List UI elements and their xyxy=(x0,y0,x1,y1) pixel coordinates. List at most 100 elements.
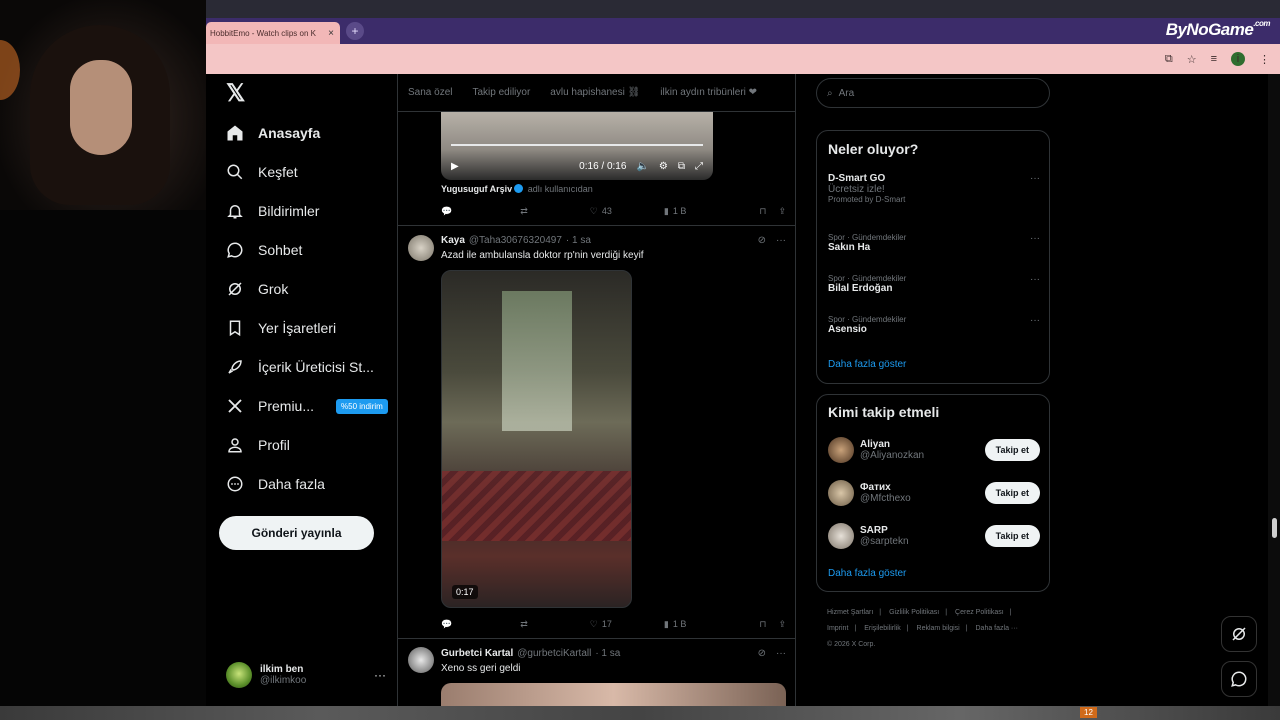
nav-grok[interactable]: Grok xyxy=(226,277,288,301)
trend-item[interactable]: Spor · Gündemdekiler Sakın Ha ··· xyxy=(828,233,1040,253)
tweet-media[interactable] xyxy=(441,683,786,706)
post-button[interactable]: Gönderi yayınla xyxy=(219,516,374,550)
account-switcher[interactable]: ilkim ben @ilkimkoo ··· xyxy=(226,660,386,690)
footer-link[interactable]: Imprint xyxy=(827,625,848,632)
like-button[interactable]: ♡ 17 xyxy=(590,619,612,630)
profile-icon[interactable]: i xyxy=(1231,52,1245,66)
user-handle: @Mfcthexo xyxy=(860,493,911,504)
show-more-link[interactable]: Daha fazla göster xyxy=(828,568,906,579)
video-progress[interactable] xyxy=(451,144,703,146)
nav-creator-studio[interactable]: İçerik Üreticisi St... xyxy=(226,355,374,379)
tab-list-2[interactable]: ilkin aydın tribünleri ❤ xyxy=(660,87,757,98)
trend-meta: Spor · Gündemdekiler xyxy=(828,315,907,324)
follow-button[interactable]: Takip et xyxy=(984,439,1040,461)
nav-premium[interactable]: Premiu... %50 indirim xyxy=(226,394,388,418)
author-handle[interactable]: @gurbetciKartall xyxy=(517,648,591,659)
new-tab-button[interactable]: + xyxy=(346,22,364,40)
share-icon[interactable]: ⇪ xyxy=(778,619,786,630)
footer-separator: | xyxy=(879,609,882,616)
tab-following[interactable]: Takip ediliyor xyxy=(472,87,530,98)
more-icon[interactable]: ··· xyxy=(1030,233,1040,244)
nav-profile[interactable]: Profil xyxy=(226,433,290,457)
bookmark-icon[interactable]: ⊓ xyxy=(759,619,766,630)
views-button[interactable]: ▮ 1 B xyxy=(664,619,686,630)
trend-item[interactable]: Spor · Gündemdekiler Asensio ··· xyxy=(828,315,1040,335)
settings-icon[interactable]: ⚙ xyxy=(659,161,668,172)
nav-explore[interactable]: Keşfet xyxy=(226,160,298,184)
browser-tab[interactable]: HobbitEmo - Watch clips on K × xyxy=(206,22,340,44)
trend-item[interactable]: Spor · Gündemdekiler Bilal Erdoğan ··· xyxy=(828,274,1040,294)
retweet-icon[interactable]: ⇄ xyxy=(520,619,528,630)
follow-suggestion[interactable]: SARP @sarptekn Takip et xyxy=(828,521,1040,551)
promoted-trend[interactable]: D-Smart GO Ücretsiz izle! Promoted by D-… xyxy=(828,173,1040,204)
nav-notifications[interactable]: Bildirimler xyxy=(226,199,319,223)
video-player[interactable]: ▶ 0:16 / 0:16 🔈 ⚙ ⧉ ⤢ xyxy=(441,112,713,180)
footer-links: Hizmet Şartları | Gizlilik Politikası | Çe… xyxy=(827,605,1057,653)
media-icon[interactable]: ≡ xyxy=(1211,53,1217,65)
follow-button[interactable]: Takip et xyxy=(984,482,1040,504)
repost-suffix: adlı kullanıcıdan xyxy=(527,184,593,194)
grok-icon[interactable]: ⊘ xyxy=(758,235,766,246)
play-icon[interactable]: ▶ xyxy=(451,161,459,172)
more-icon[interactable]: ··· xyxy=(776,235,786,246)
scrollbar-thumb[interactable] xyxy=(1272,518,1277,538)
footer-link[interactable]: Çerez Politikası xyxy=(955,609,1004,616)
follow-suggestion[interactable]: Фатих @Mfcthexo Takip et xyxy=(828,478,1040,508)
more-icon[interactable]: ··· xyxy=(374,668,386,682)
more-icon[interactable]: ··· xyxy=(1030,315,1040,326)
search-input[interactable]: Ara xyxy=(839,88,855,99)
nav-chat[interactable]: Sohbet xyxy=(226,238,302,262)
nav-home[interactable]: Anasayfa xyxy=(226,121,320,145)
like-count: 17 xyxy=(601,619,612,629)
more-icon[interactable]: ··· xyxy=(1030,173,1040,184)
divider xyxy=(398,225,795,226)
scrollbar[interactable] xyxy=(1268,74,1280,706)
divider xyxy=(398,638,795,639)
retweet-icon[interactable]: ⇄ xyxy=(520,206,528,217)
fullscreen-icon[interactable]: ⤢ xyxy=(695,161,703,172)
tab-close-icon[interactable]: × xyxy=(326,28,336,39)
heart-icon: ♡ xyxy=(589,205,598,216)
grok-icon[interactable]: ⊘ xyxy=(758,648,766,659)
avatar[interactable] xyxy=(408,647,434,673)
user-name: SARP xyxy=(860,525,888,536)
author-handle[interactable]: @Taha30676320497 xyxy=(469,235,562,246)
views-button[interactable]: ▮ 1 B xyxy=(664,206,686,217)
tab-for-you[interactable]: Sana özel xyxy=(408,87,452,98)
menu-icon[interactable]: ⋮ xyxy=(1259,53,1270,66)
reply-icon[interactable]: 💬 xyxy=(441,619,452,630)
footer-link[interactable]: Erişilebilirlik xyxy=(864,625,901,632)
left-nav: 𝕏 Anasayfa Keşfet Bildirimler Sohbet Gro… xyxy=(206,74,396,706)
more-icon[interactable]: ··· xyxy=(1030,274,1040,285)
nav-bookmarks[interactable]: Yer İşaretleri xyxy=(226,316,336,340)
share-icon[interactable]: ⇪ xyxy=(778,206,786,217)
footer-link[interactable]: Reklam bilgisi xyxy=(917,625,960,632)
follow-button[interactable]: Takip et xyxy=(984,525,1040,547)
trends-card: Neler oluyor? D-Smart GO Ücretsiz izle! … xyxy=(816,130,1050,384)
footer-link[interactable]: Hizmet Şartları xyxy=(827,609,873,616)
star-icon[interactable]: ☆ xyxy=(1187,53,1197,66)
x-logo-icon[interactable]: 𝕏 xyxy=(226,82,250,106)
footer-link[interactable]: Daha fazla ··· xyxy=(976,625,1018,632)
footer-link[interactable]: Gizlilik Politikası xyxy=(889,609,939,616)
more-icon[interactable]: ··· xyxy=(776,648,786,659)
nav-more[interactable]: Daha fazla xyxy=(226,472,325,496)
heart-icon: ♡ xyxy=(589,618,598,629)
messages-fab[interactable] xyxy=(1221,661,1257,697)
pip-icon[interactable]: ⧉ xyxy=(678,161,685,172)
show-more-link[interactable]: Daha fazla göster xyxy=(828,359,906,370)
tab-list-1[interactable]: avlu hapishanesi ⛓ xyxy=(550,87,640,98)
bookmark-icon[interactable]: ⊓ xyxy=(759,206,766,217)
author-name[interactable]: Gurbetci Kartal xyxy=(441,648,513,659)
like-button[interactable]: ♡ 43 xyxy=(590,206,612,217)
repost-source[interactable]: Yugusuguf Arşiv xyxy=(441,184,512,194)
volume-icon[interactable]: 🔈 xyxy=(636,161,648,172)
follow-suggestion[interactable]: Aliyan @Aliyanozkan Takip et xyxy=(828,435,1040,465)
avatar[interactable] xyxy=(408,235,434,261)
video-thumbnail[interactable]: 0:17 xyxy=(441,270,632,608)
search-box[interactable]: ⌕ Ara xyxy=(816,78,1050,108)
grok-fab[interactable] xyxy=(1221,616,1257,652)
install-icon[interactable]: ⧉ xyxy=(1165,53,1173,66)
author-name[interactable]: Kaya xyxy=(441,235,465,246)
reply-icon[interactable]: 💬 xyxy=(441,206,452,217)
